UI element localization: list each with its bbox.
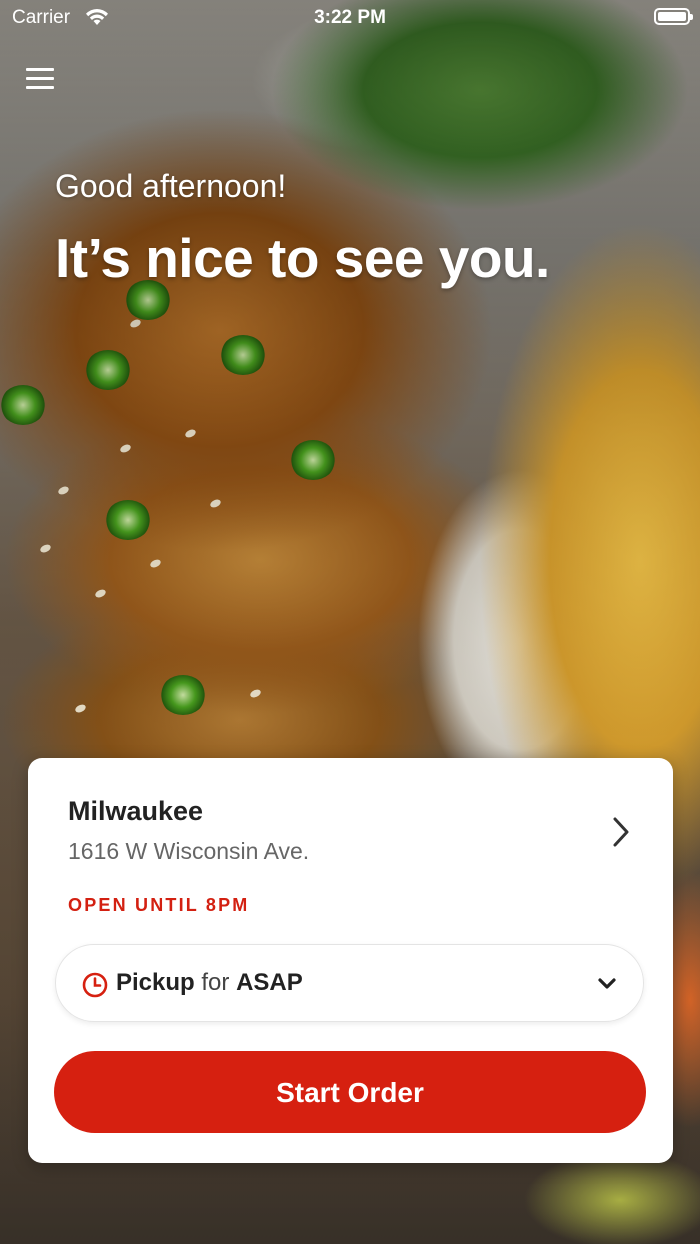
order-mode-time: ASAP [236,969,303,996]
status-bar: Carrier 3:22 PM [0,0,700,36]
clock-icon [82,972,108,1003]
menu-icon[interactable] [26,66,56,92]
chevron-right-icon [611,816,631,853]
order-mode-label: Pickup for ASAP [116,969,303,997]
status-time: 3:22 PM [314,7,386,28]
start-order-button[interactable]: Start Order [54,1051,646,1133]
location-address: 1616 W Wisconsin Ave. [68,838,310,864]
battery-icon [654,8,693,25]
order-mode-selector[interactable]: Pickup for ASAP [55,944,644,1022]
order-mode-connector: for [201,969,230,996]
location-selector[interactable]: Milwaukee 1616 W Wisconsin Ave. [68,794,643,874]
greeting-text: Good afternoon! [55,168,287,204]
chevron-down-icon [597,977,617,996]
location-city: Milwaukee [68,796,204,826]
location-card: Milwaukee 1616 W Wisconsin Ave. OPEN UNT… [28,758,673,1163]
headline-text: It’s nice to see you. [55,227,550,289]
hours-status: OPEN UNTIL 8PM [68,895,250,915]
order-mode-type: Pickup [116,969,195,996]
